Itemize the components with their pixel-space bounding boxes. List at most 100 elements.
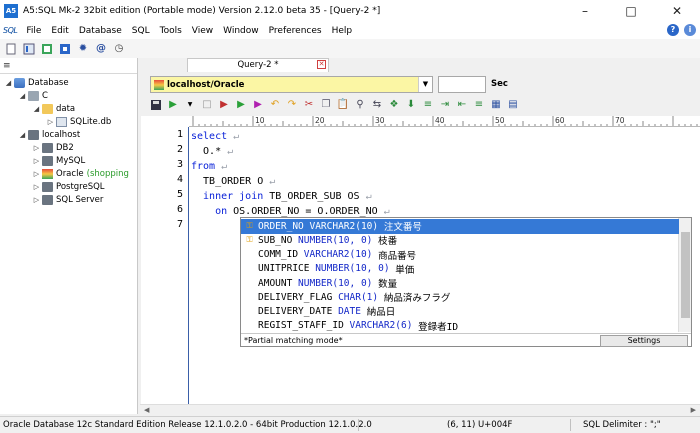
tree-node-c[interactable]: ◢ C xyxy=(18,89,48,102)
stop-icon[interactable]: □ xyxy=(200,98,214,112)
horizontal-scrollbar[interactable]: ◀ ▶ xyxy=(140,404,700,415)
tree-toolbar: ≡ xyxy=(0,58,137,74)
menu-view[interactable]: View xyxy=(187,26,218,36)
tree-node-database[interactable]: ◢ Database xyxy=(4,76,69,89)
expand-arrow-icon[interactable]: ▷ xyxy=(32,144,41,152)
tree-node-sqlserver[interactable]: ▷ SQL Server xyxy=(32,193,103,206)
at-sign-icon[interactable]: @ xyxy=(94,42,108,56)
outdent-icon[interactable]: ⇤ xyxy=(455,98,469,112)
minimize-button[interactable]: – xyxy=(562,0,608,22)
expand-arrow-icon[interactable]: ▷ xyxy=(32,196,41,204)
chevron-down-icon[interactable]: ▼ xyxy=(418,77,432,92)
menu-edit[interactable]: Edit xyxy=(46,26,73,36)
go-down-icon[interactable]: ⬇ xyxy=(404,98,418,112)
paste-icon[interactable]: 📋 xyxy=(336,98,350,112)
menu-sql[interactable]: SQL xyxy=(127,26,155,36)
db-explorer-icon[interactable] xyxy=(58,42,72,56)
er-diagram-icon[interactable]: ▦ xyxy=(489,98,503,112)
scroll-left-icon[interactable]: ◀ xyxy=(144,406,149,414)
sql-document-icon[interactable]: SQL xyxy=(3,26,18,35)
tab-query-2[interactable]: Query-2 * xyxy=(187,58,329,72)
menu-tools[interactable]: Tools xyxy=(155,26,187,36)
new-file-icon[interactable] xyxy=(4,42,18,56)
settings-gear-icon[interactable]: ✹ xyxy=(76,42,90,56)
postgresql-icon xyxy=(42,181,53,192)
save-icon[interactable] xyxy=(149,98,163,112)
explain-icon[interactable]: ▶ xyxy=(251,98,265,112)
completion-item[interactable]: AMOUNT NUMBER(10, 0) 数量 xyxy=(241,276,679,291)
tree-node-db2[interactable]: ▷ DB2 xyxy=(32,141,74,154)
tree-node-localhost[interactable]: ◢ localhost xyxy=(18,128,80,141)
code-line[interactable]: TB_ORDER O ↵ xyxy=(191,174,275,189)
completion-item[interactable]: ⚿ ORDER_NO VARCHAR2(10) 注文番号 xyxy=(241,219,679,234)
column-comment: 商品番号 xyxy=(378,250,417,262)
replace-icon[interactable]: ⇆ xyxy=(370,98,384,112)
collapse-arrow-icon[interactable]: ◢ xyxy=(32,105,41,113)
tree-node-data[interactable]: ◢ data xyxy=(32,102,75,115)
completion-item[interactable]: REGIST_STAFF_ID VARCHAR2(6) 登録者ID xyxy=(241,318,679,333)
menu-preferences[interactable]: Preferences xyxy=(264,26,327,36)
open-sql-icon[interactable] xyxy=(22,42,36,56)
tree-node-label: DB2 xyxy=(56,142,74,153)
info-icon[interactable]: i xyxy=(684,24,696,36)
params-icon[interactable]: ▤ xyxy=(506,98,520,112)
menu-bar: SQL File Edit Database SQL Tools View Wi… xyxy=(0,22,700,39)
expand-arrow-icon[interactable]: ▷ xyxy=(32,170,41,178)
cut-icon[interactable]: ✂ xyxy=(302,98,316,112)
completion-item[interactable]: DELIVERY_DATE DATE 納品日 xyxy=(241,304,679,319)
copy-icon[interactable]: ❐ xyxy=(319,98,333,112)
table-editor-icon[interactable] xyxy=(40,42,54,56)
code-line[interactable]: inner join TB_ORDER_SUB OS ↵ xyxy=(191,189,372,204)
column-icon xyxy=(241,248,258,262)
redo-icon[interactable]: ↷ xyxy=(285,98,299,112)
completion-item[interactable]: DELIVERY_FLAG CHAR(1) 納品済みフラグ xyxy=(241,290,679,305)
tree-view-toggle-icon[interactable]: ≡ xyxy=(3,61,11,71)
timeout-seconds-input[interactable] xyxy=(438,76,486,93)
tree-node-mysql[interactable]: ▷ MySQL xyxy=(32,154,85,167)
popup-scrollbar[interactable] xyxy=(678,218,691,332)
close-button[interactable]: ✕ xyxy=(654,0,700,22)
tree-node-sqlite[interactable]: ▷ SQLite.db xyxy=(46,115,111,128)
oracle-icon xyxy=(42,168,53,179)
undo-icon[interactable]: ↶ xyxy=(268,98,282,112)
code-line[interactable]: O.* ↵ xyxy=(191,144,233,159)
menu-window[interactable]: Window xyxy=(218,26,264,36)
menu-file[interactable]: File xyxy=(21,26,46,36)
clock-icon[interactable]: ◷ xyxy=(112,42,126,56)
tab-close-icon[interactable]: ✕ xyxy=(317,60,326,69)
scroll-right-icon[interactable]: ▶ xyxy=(691,406,696,414)
settings-button[interactable]: Settings xyxy=(600,335,688,347)
comment-icon[interactable]: ≡ xyxy=(472,98,486,112)
completion-item[interactable]: COMM_ID VARCHAR2(10) 商品番号 xyxy=(241,247,679,262)
collapse-arrow-icon[interactable]: ◢ xyxy=(4,79,13,87)
run-icon[interactable]: ▶ xyxy=(166,98,180,112)
expand-arrow-icon[interactable]: ▷ xyxy=(46,118,55,126)
connection-select[interactable]: localhost/Oracle ▼ xyxy=(150,76,433,93)
run-dropdown-icon[interactable]: ▼ xyxy=(183,98,197,112)
align-icon[interactable]: ≡ xyxy=(421,98,435,112)
column-name: ORDER_NO xyxy=(258,220,310,232)
indent-icon[interactable]: ⇥ xyxy=(438,98,452,112)
code-line[interactable]: select ↵ xyxy=(191,129,239,144)
expand-arrow-icon[interactable]: ▷ xyxy=(32,157,41,165)
run-step-icon[interactable]: ▶ xyxy=(217,98,231,112)
menu-database[interactable]: Database xyxy=(74,26,127,36)
run-csv-icon[interactable]: ▶ xyxy=(234,98,248,112)
find-icon[interactable]: ⚲ xyxy=(353,98,367,112)
code-line[interactable]: from ↵ xyxy=(191,159,227,174)
tree-node-label: data xyxy=(56,103,76,114)
menu-help[interactable]: Help xyxy=(327,26,358,36)
format-icon[interactable]: ❖ xyxy=(387,98,401,112)
maximize-button[interactable]: □ xyxy=(608,0,654,22)
completion-item[interactable]: UNITPRICE NUMBER(10, 0) 単価 xyxy=(241,262,679,277)
scrollbar-thumb[interactable] xyxy=(681,232,690,318)
collapse-arrow-icon[interactable]: ◢ xyxy=(18,92,27,100)
line-end-marker: ↵ xyxy=(263,176,276,187)
collapse-arrow-icon[interactable]: ◢ xyxy=(18,131,27,139)
tree-node-oracle[interactable]: ▷ Oracle (shopping xyxy=(32,167,129,180)
expand-arrow-icon[interactable]: ▷ xyxy=(32,183,41,191)
completion-item[interactable]: ⚿ SUB_NO NUMBER(10, 0) 枝番 xyxy=(241,233,679,248)
help-icon[interactable]: ? xyxy=(667,24,679,36)
line-number: 5 xyxy=(176,189,183,200)
tree-node-postgresql[interactable]: ▷ PostgreSQL xyxy=(32,180,105,193)
